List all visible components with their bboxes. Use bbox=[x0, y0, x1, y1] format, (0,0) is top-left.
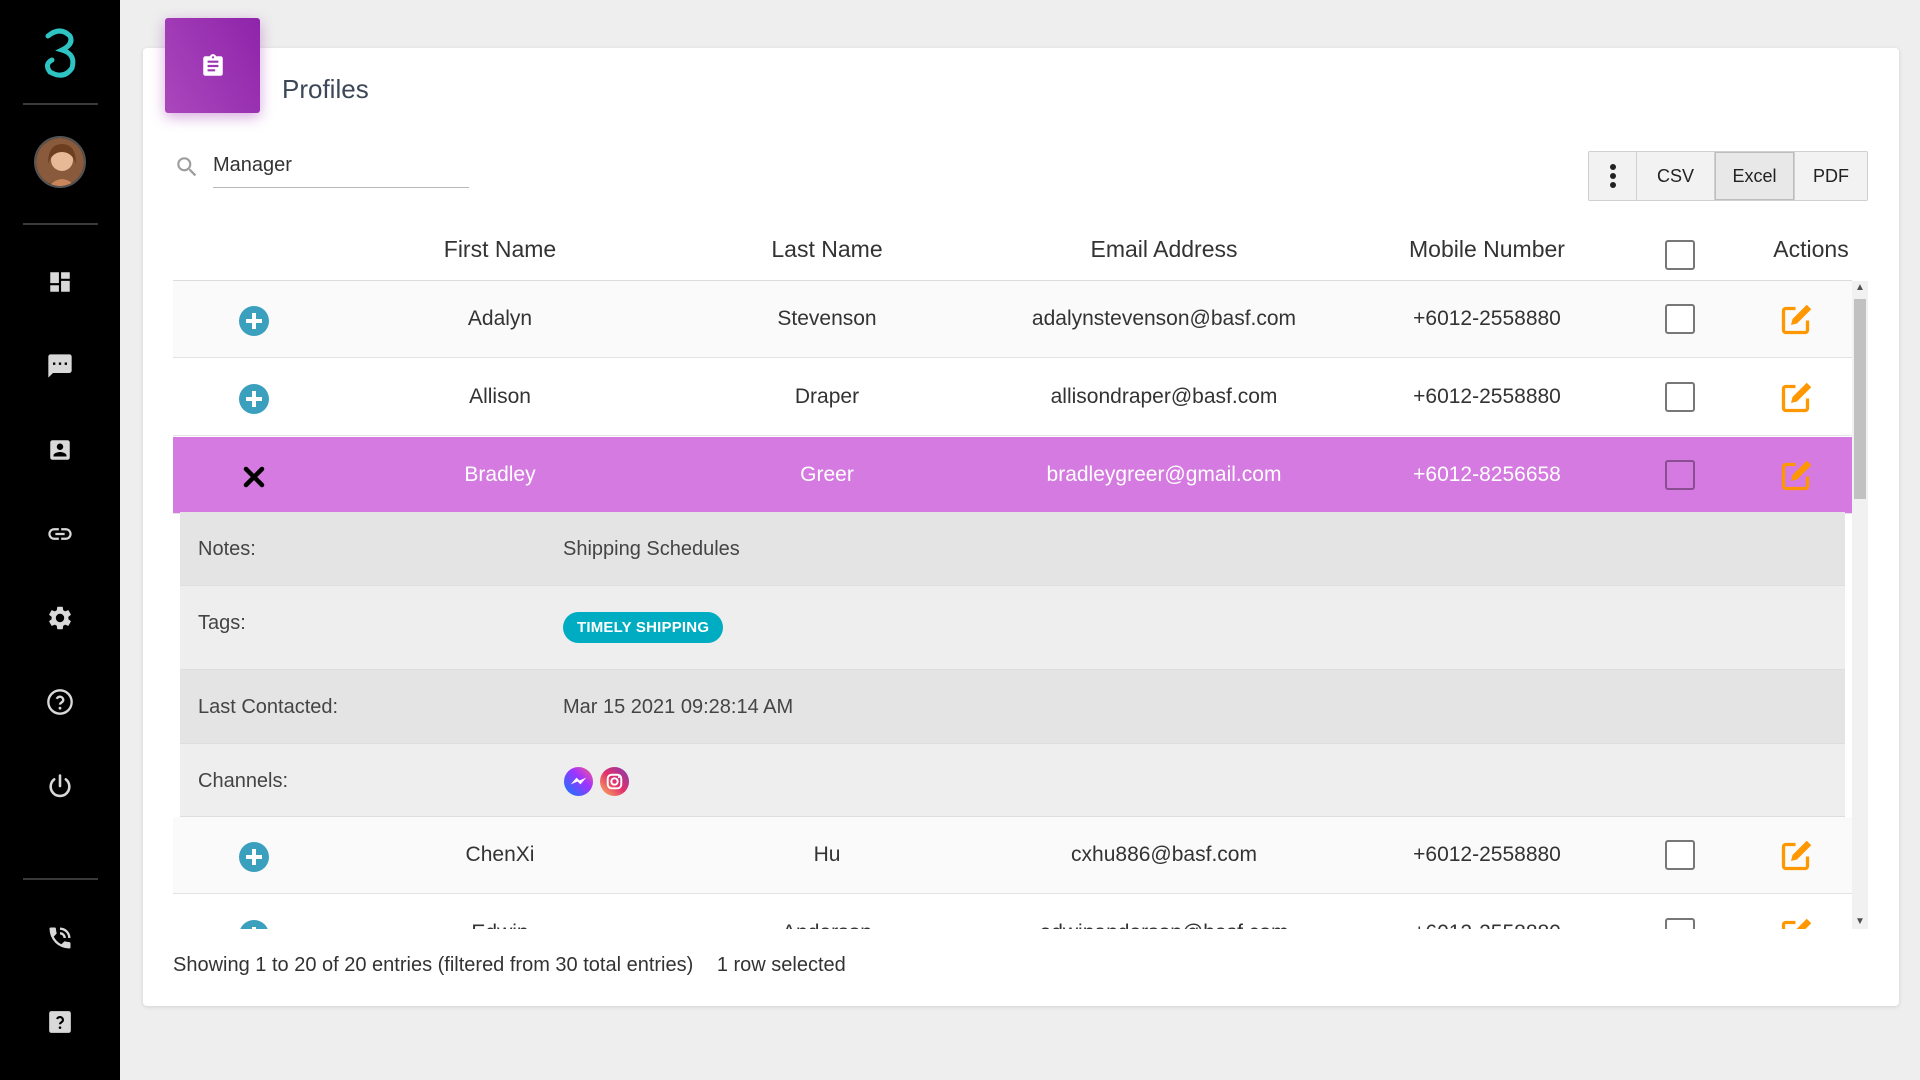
cell-last-name: Greer bbox=[800, 463, 854, 486]
power-icon[interactable] bbox=[0, 770, 120, 802]
cell-first-name: Edwin bbox=[400, 921, 600, 929]
table-row-selected[interactable]: Bradley Greer bradleygreer@gmail.com +60… bbox=[173, 437, 1852, 514]
more-vertical-icon[interactable] bbox=[1589, 152, 1637, 200]
row-checkbox[interactable] bbox=[1665, 918, 1695, 929]
cell-email: adalynstevenson@basf.com bbox=[1031, 307, 1297, 330]
dashboard-icon[interactable] bbox=[0, 266, 120, 298]
tag-chip[interactable]: TIMELY SHIPPING bbox=[563, 612, 724, 643]
column-header-last-name[interactable]: Last Name bbox=[727, 236, 927, 263]
edit-icon[interactable] bbox=[1779, 379, 1815, 415]
edit-icon[interactable] bbox=[1779, 457, 1815, 493]
expand-plus-icon[interactable] bbox=[239, 842, 269, 872]
detail-channels-row: Channels: bbox=[180, 744, 1845, 817]
table-scrollbar[interactable]: ▲ ▼ bbox=[1852, 281, 1868, 929]
cell-last-name: Draper bbox=[794, 385, 860, 408]
selection-info: 1 row selected bbox=[716, 954, 846, 976]
cell-mobile: +6012-2558880 bbox=[1413, 307, 1561, 330]
table-row[interactable]: Adalyn Stevenson adalynstevenson@basf.co… bbox=[173, 281, 1852, 358]
sidebar bbox=[0, 0, 120, 1080]
clipboard-icon bbox=[165, 18, 260, 113]
search-bar bbox=[174, 148, 469, 188]
cell-mobile: +6012-2558880 bbox=[1413, 843, 1561, 866]
expand-plus-icon[interactable] bbox=[239, 306, 269, 336]
edit-icon[interactable] bbox=[1779, 837, 1815, 873]
edit-icon[interactable] bbox=[1779, 301, 1815, 337]
question-box-icon[interactable] bbox=[0, 1006, 120, 1038]
row-checkbox[interactable] bbox=[1665, 382, 1695, 412]
edit-icon[interactable] bbox=[1779, 915, 1815, 929]
row-checkbox[interactable] bbox=[1665, 304, 1695, 334]
settings-icon[interactable] bbox=[0, 602, 120, 634]
column-header-email[interactable]: Email Address bbox=[1034, 236, 1294, 263]
table-body: Adalyn Stevenson adalynstevenson@basf.co… bbox=[173, 281, 1852, 929]
cell-email: bradleygreer@gmail.com bbox=[1046, 463, 1282, 486]
row-checkbox[interactable] bbox=[1665, 840, 1695, 870]
csv-button[interactable]: CSV bbox=[1637, 152, 1715, 200]
cell-first-name: Adalyn bbox=[467, 307, 533, 330]
page-title: Profiles bbox=[282, 74, 369, 104]
cell-first-name: Allison bbox=[469, 385, 531, 408]
expand-plus-icon[interactable] bbox=[239, 384, 269, 414]
pdf-button[interactable]: PDF bbox=[1795, 152, 1867, 200]
chat-icon[interactable] bbox=[0, 350, 120, 382]
table-row[interactable]: Edwin Anderson edwinanderson@basf.com +6… bbox=[173, 895, 1852, 929]
row-checkbox[interactable] bbox=[1665, 460, 1695, 490]
excel-button[interactable]: Excel bbox=[1715, 152, 1795, 200]
table-header: First Name Last Name Email Address Mobil… bbox=[173, 222, 1852, 281]
sidebar-divider bbox=[23, 223, 98, 225]
column-header-first-name[interactable]: First Name bbox=[400, 236, 600, 263]
avatar[interactable] bbox=[34, 136, 86, 188]
scroll-thumb[interactable] bbox=[1854, 299, 1866, 499]
export-button-group: CSV Excel PDF bbox=[1588, 151, 1868, 201]
detail-notes-row: Notes: Shipping Schedules bbox=[180, 512, 1845, 586]
search-input[interactable] bbox=[213, 148, 469, 188]
select-all-checkbox[interactable] bbox=[1665, 240, 1695, 270]
last-contacted-value: Mar 15 2021 09:28:14 AM bbox=[563, 696, 794, 718]
cell-last-name: Stevenson bbox=[777, 307, 877, 330]
table-row[interactable]: ChenXi Hu cxhu886@basf.com +6012-2558880 bbox=[173, 817, 1852, 894]
channels-label: Channels: bbox=[198, 770, 289, 792]
notes-value: Shipping Schedules bbox=[563, 538, 740, 560]
sidebar-divider bbox=[23, 878, 98, 880]
cell-last-name: Hu bbox=[813, 843, 841, 866]
cell-first-name: Bradley bbox=[464, 463, 536, 486]
notes-label: Notes: bbox=[198, 538, 256, 560]
collapse-close-icon[interactable] bbox=[239, 462, 269, 492]
brand-logo-icon[interactable] bbox=[0, 24, 120, 84]
cell-first-name: ChenXi bbox=[465, 843, 535, 866]
link-icon[interactable] bbox=[0, 518, 120, 550]
cell-email: allisondraper@basf.com bbox=[1050, 385, 1278, 408]
column-header-actions: Actions bbox=[1773, 236, 1849, 262]
cell-mobile: +6012-2558880 bbox=[1413, 385, 1561, 408]
messenger-icon[interactable] bbox=[563, 766, 594, 803]
phone-icon[interactable] bbox=[0, 922, 120, 954]
avatar-wrap[interactable] bbox=[0, 134, 120, 190]
contacts-icon[interactable] bbox=[0, 434, 120, 466]
search-icon bbox=[174, 154, 200, 185]
cell-email: cxhu886@basf.com bbox=[1071, 843, 1257, 866]
detail-tags-row: Tags: TIMELY SHIPPING bbox=[180, 586, 1845, 670]
column-header-mobile[interactable]: Mobile Number bbox=[1367, 236, 1607, 263]
cell-last-name: Anderson bbox=[727, 921, 927, 929]
row-detail-panel: Notes: Shipping Schedules Tags: TIMELY S… bbox=[180, 512, 1845, 817]
cell-email: edwinanderson@basf.com bbox=[1014, 921, 1314, 929]
cell-mobile: +6012-2558880 bbox=[1367, 921, 1607, 929]
scroll-up-icon[interactable]: ▲ bbox=[1852, 281, 1868, 295]
entries-info: Showing 1 to 20 of 20 entries (filtered … bbox=[173, 954, 694, 976]
detail-last-contacted-row: Last Contacted: Mar 15 2021 09:28:14 AM bbox=[180, 670, 1845, 744]
expand-plus-icon[interactable] bbox=[239, 920, 269, 929]
last-contacted-label: Last Contacted: bbox=[198, 696, 339, 718]
tags-label: Tags: bbox=[198, 612, 246, 634]
cell-mobile: +6012-8256658 bbox=[1413, 463, 1561, 486]
instagram-icon[interactable] bbox=[599, 766, 630, 803]
table-footer: Showing 1 to 20 of 20 entries (filtered … bbox=[173, 954, 864, 977]
scroll-down-icon[interactable]: ▼ bbox=[1852, 915, 1868, 929]
help-icon[interactable] bbox=[0, 686, 120, 718]
sidebar-divider bbox=[23, 103, 98, 105]
table-row[interactable]: Allison Draper allisondraper@basf.com +6… bbox=[173, 359, 1852, 436]
